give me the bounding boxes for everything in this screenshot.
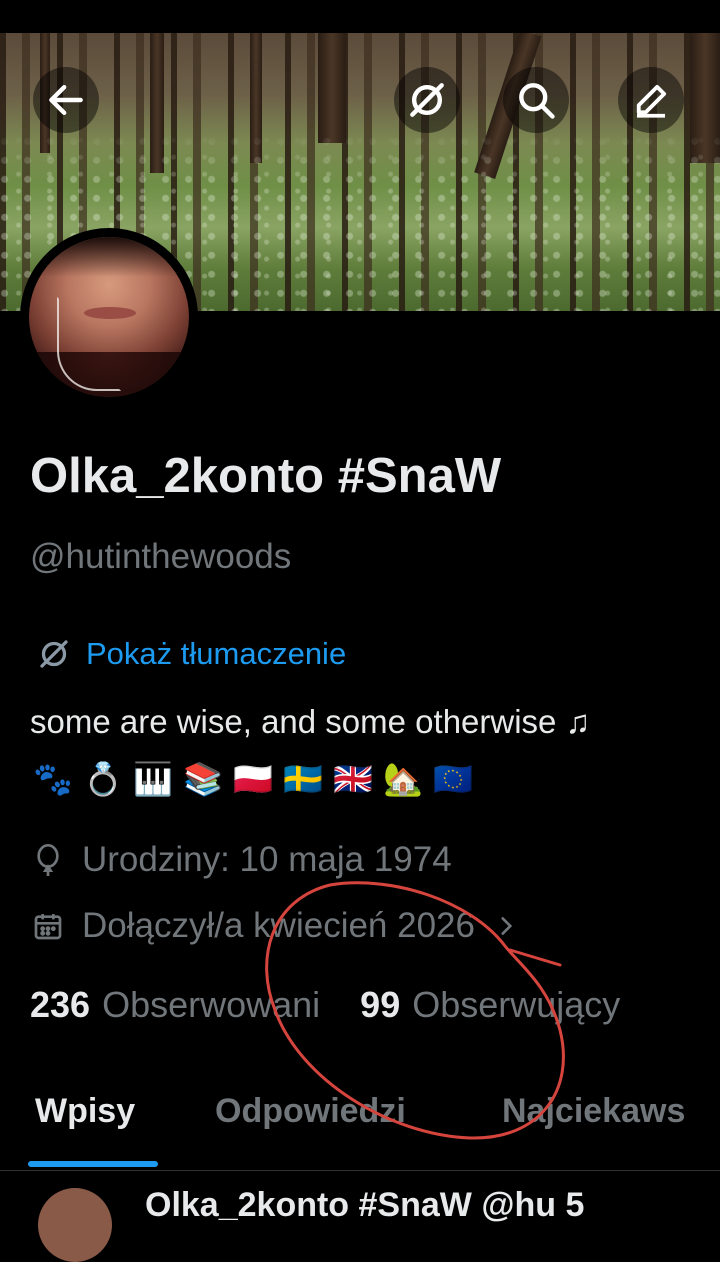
banner-tree — [690, 33, 720, 163]
bio-emoji: 🇸🇪 — [283, 761, 323, 797]
search-button[interactable] — [503, 67, 569, 133]
back-button[interactable] — [33, 67, 99, 133]
translate-icon — [410, 83, 444, 117]
show-translation-link[interactable]: Pokaż tłumaczenie — [36, 636, 346, 672]
avatar-image — [29, 237, 189, 397]
banner-tree — [250, 33, 262, 163]
bio-emoji: 💍 — [83, 761, 123, 797]
followers-label: Obserwujący — [412, 984, 621, 1025]
tab-replies[interactable]: Odpowiedzi — [215, 1092, 406, 1131]
show-translation-label[interactable]: Pokaż tłumaczenie — [86, 636, 346, 672]
bio-emoji-row: 🐾 💍 🎹 📚 🇵🇱 🇸🇪 🇬🇧 🏡 🇪🇺 — [30, 757, 476, 801]
bio-emoji: 📚 — [183, 761, 223, 797]
profile-tabs: Wpisy Odpowiedzi Najciekaws — [0, 1092, 720, 1172]
translate-icon — [40, 640, 68, 668]
bio-text: some are wise, and some otherwise ♫ — [30, 703, 591, 740]
followers-link[interactable]: 99 Obserwujący — [360, 984, 620, 1026]
banner-tree — [474, 33, 542, 180]
bio-emoji: 🎹 — [133, 761, 173, 797]
search-icon — [519, 83, 555, 119]
display-name: Olka_2konto #SnaW — [30, 449, 502, 503]
post-author-preview[interactable]: Olka_2konto #SnaW @hu 5 — [145, 1186, 584, 1225]
edit-button[interactable] — [618, 67, 684, 133]
bio-emoji: 🏡 — [383, 761, 423, 797]
status-bar-area — [0, 0, 720, 33]
bio-emoji: 🇵🇱 — [233, 761, 273, 797]
banner-tree — [40, 33, 50, 153]
edit-icon — [636, 84, 667, 118]
birthday-text: Urodziny: 10 maja 1974 — [82, 840, 452, 879]
following-count: 236 — [30, 984, 91, 1025]
bio-emoji: 🇬🇧 — [333, 761, 373, 797]
tabs-divider — [0, 1170, 720, 1171]
following-label: Obserwowani — [102, 984, 321, 1025]
followers-count: 99 — [360, 984, 401, 1025]
tab-posts[interactable]: Wpisy — [35, 1092, 135, 1131]
avatar[interactable] — [20, 228, 198, 406]
active-tab-indicator — [28, 1161, 158, 1167]
bio-emoji: 🇪🇺 — [433, 761, 473, 797]
follow-stats: 236 Obserwowani 99 Obserwujący — [30, 984, 620, 1026]
following-link[interactable]: 236 Obserwowani — [30, 984, 320, 1026]
banner-tree — [318, 33, 346, 143]
balloon-icon — [37, 844, 59, 876]
user-handle: @hutinthewoods — [30, 537, 292, 576]
birthday-row: Urodziny: 10 maja 1974 — [32, 840, 452, 880]
tab-highlights[interactable]: Najciekaws — [502, 1092, 685, 1131]
chevron-right-icon — [501, 917, 513, 935]
translate-button[interactable] — [394, 67, 460, 133]
post-author-avatar[interactable] — [38, 1188, 112, 1262]
joined-row[interactable]: Dołączył/a kwiecień 2026 — [32, 906, 519, 946]
joined-text: Dołączył/a kwiecień 2026 — [82, 906, 475, 945]
calendar-icon — [34, 914, 62, 940]
bio-emoji: 🐾 — [33, 761, 73, 797]
back-arrow-icon — [49, 84, 83, 116]
banner-tree — [150, 33, 164, 173]
